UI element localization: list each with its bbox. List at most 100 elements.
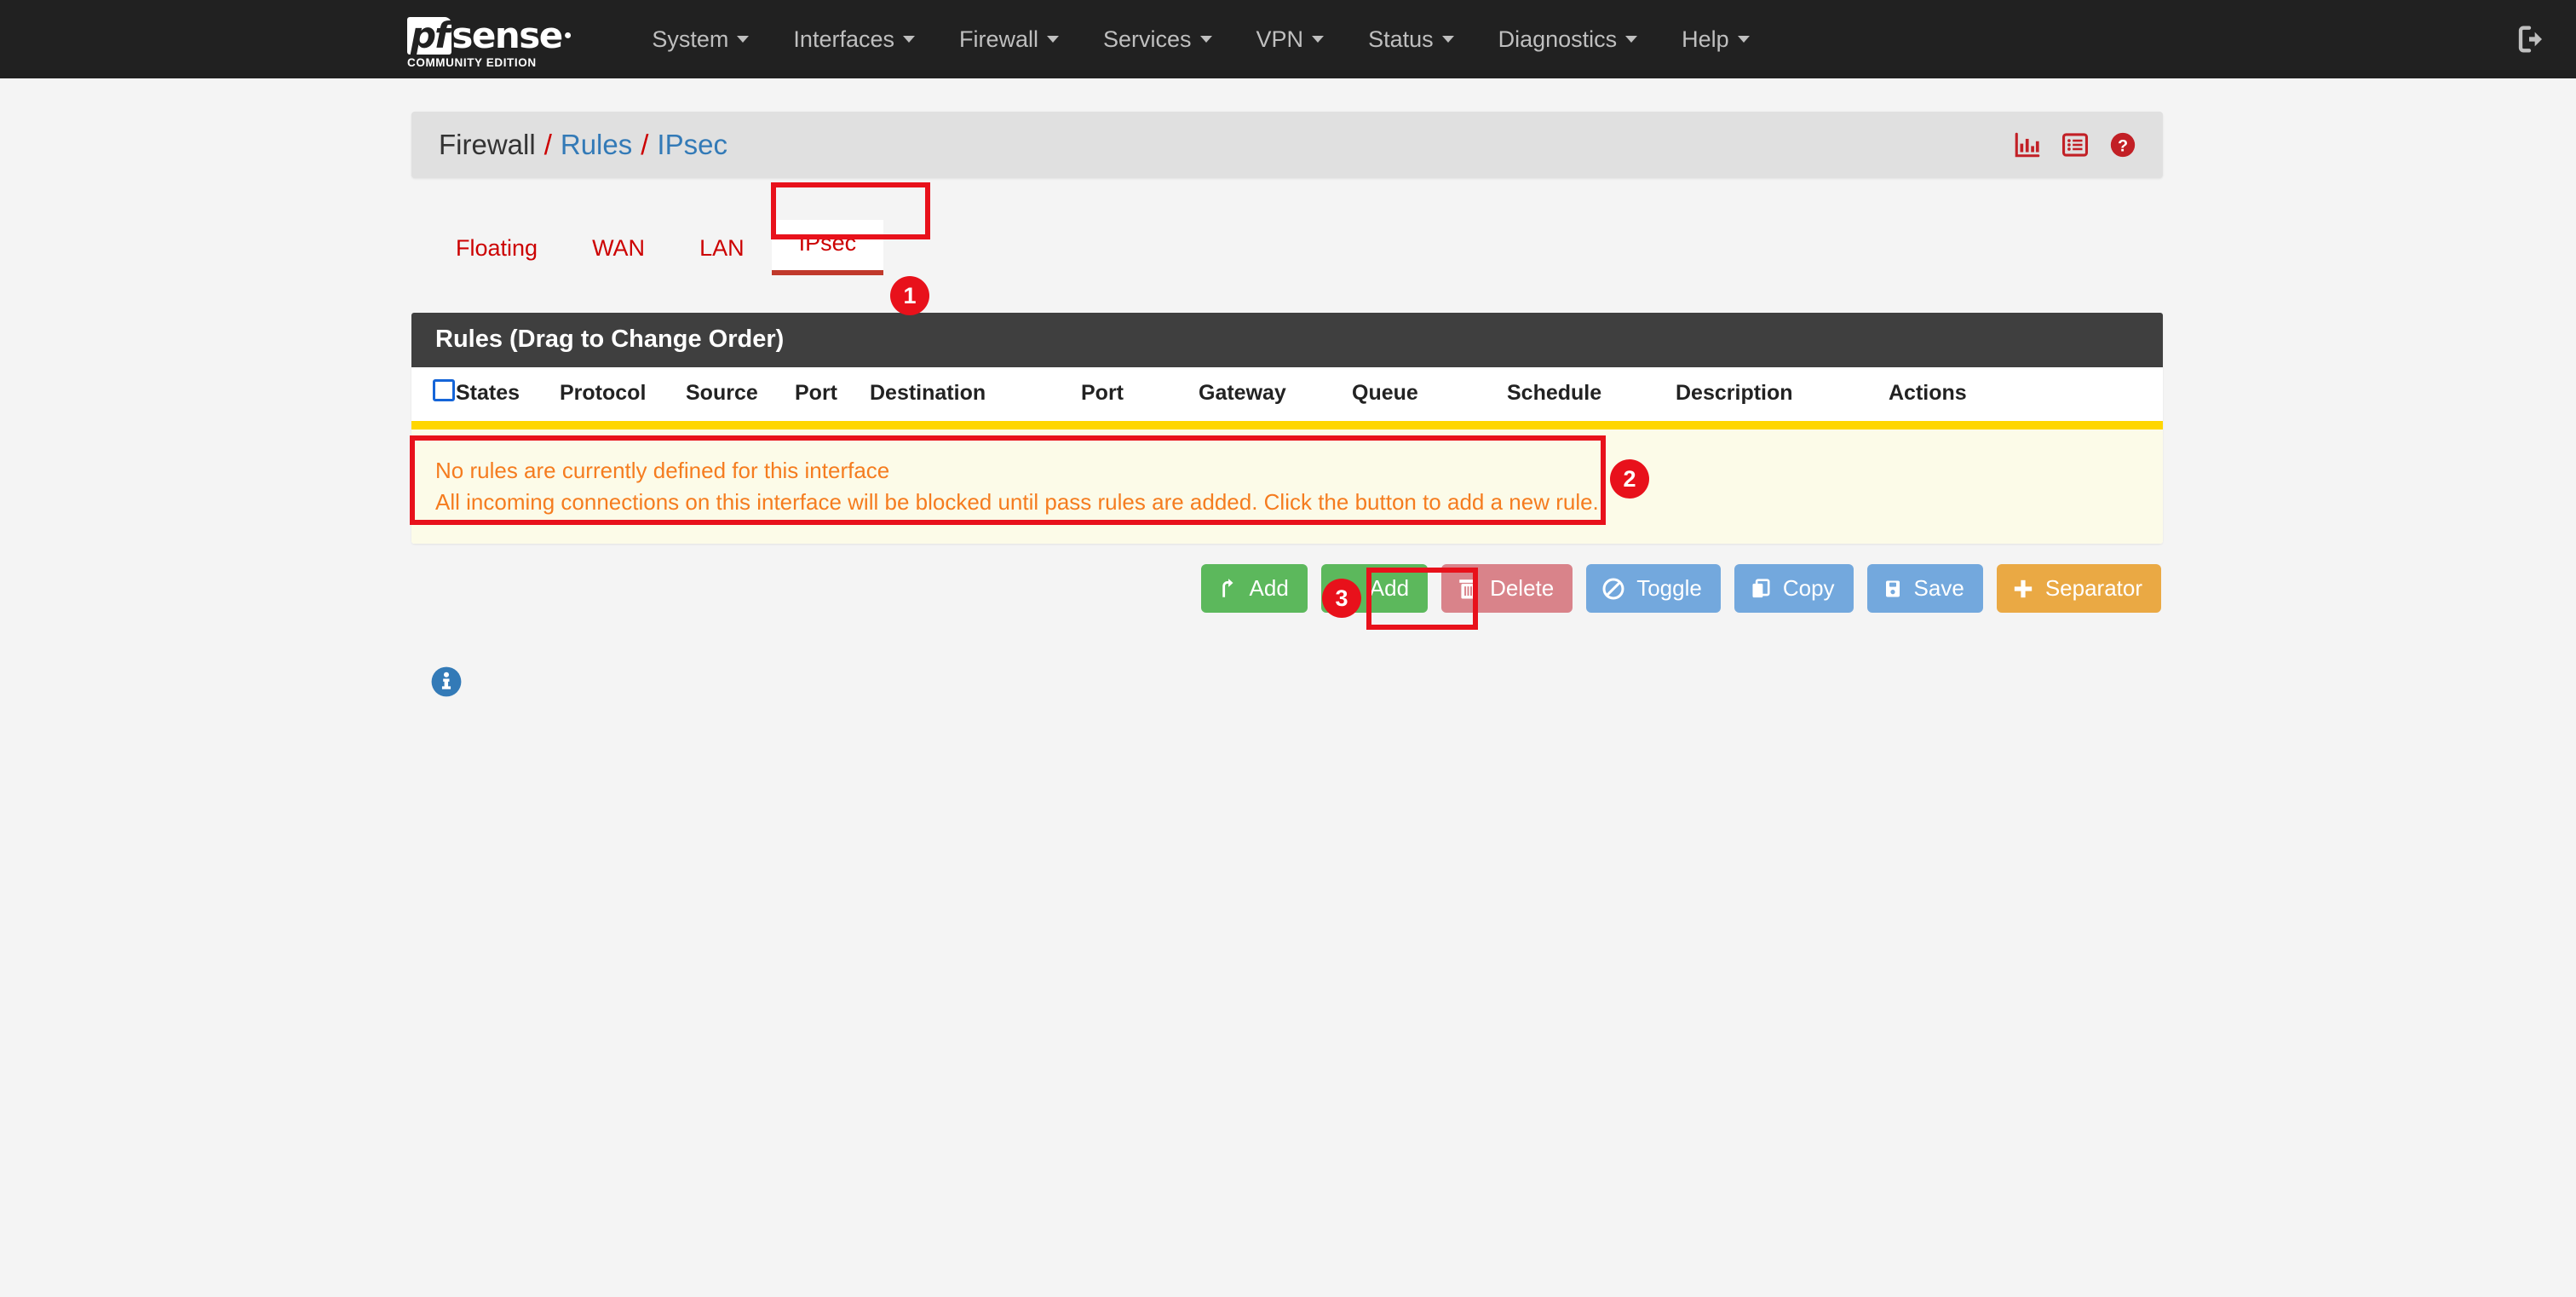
- button-label: Separator: [2045, 575, 2142, 602]
- button-label: Add: [1250, 575, 1289, 602]
- column-header-schedule: Schedule: [1507, 367, 1676, 421]
- breadcrumb-firewall: Firewall: [439, 129, 536, 161]
- sign-out-icon[interactable]: [2516, 22, 2550, 56]
- button-label: Copy: [1783, 575, 1835, 602]
- column-header-source: Source: [686, 367, 795, 421]
- no-rules-alert: No rules are currently defined for this …: [411, 429, 2163, 544]
- nav-item-system[interactable]: System: [630, 0, 771, 78]
- column-header-gateway: Gateway: [1199, 367, 1352, 421]
- column-header-destination: Destination: [870, 367, 1081, 421]
- svg-text:?: ?: [2118, 136, 2128, 155]
- help-circle-icon[interactable]: ?: [2108, 130, 2137, 159]
- chevron-down-icon: [903, 36, 915, 43]
- breadcrumb-header: Firewall / Rules / IPsec: [411, 112, 2163, 178]
- nav-label: System: [652, 26, 728, 53]
- pfsense-logo: pf sense ●: [407, 10, 572, 55]
- column-header-port-source: Port: [795, 367, 870, 421]
- nav-item-firewall[interactable]: Firewall: [937, 0, 1081, 78]
- arrow-down-icon: [1337, 576, 1359, 602]
- toggle-rule-button[interactable]: Toggle: [1586, 564, 1721, 613]
- alert-line-2: All incoming connections on this interfa…: [435, 487, 2139, 518]
- rules-table: States Protocol Source Port Destination …: [411, 367, 2163, 421]
- breadcrumb-ipsec[interactable]: IPsec: [657, 129, 727, 161]
- breadcrumb: Firewall / Rules / IPsec: [439, 129, 727, 161]
- no-rules-alert-wrap: No rules are currently defined for this …: [411, 421, 2163, 544]
- chevron-down-icon: [1312, 36, 1324, 43]
- copy-rule-button[interactable]: Copy: [1734, 564, 1854, 613]
- column-header-states: States: [456, 367, 560, 421]
- copy-icon: [1750, 577, 1772, 601]
- save-icon: [1883, 577, 1903, 601]
- button-label: Delete: [1490, 575, 1554, 602]
- nav-item-vpn[interactable]: VPN: [1234, 0, 1347, 78]
- nav-label: Services: [1103, 26, 1192, 53]
- tab-lan[interactable]: LAN: [672, 225, 772, 275]
- interface-tabs: Floating WAN LAN IPsec: [411, 222, 2163, 275]
- rules-panel: Rules (Drag to Change Order) States Prot…: [411, 313, 2163, 544]
- arrow-up-icon: [1216, 576, 1239, 602]
- breadcrumb-separator: /: [544, 129, 552, 161]
- add-rule-up-button[interactable]: Add: [1201, 564, 1308, 613]
- top-navbar: pf sense ● COMMUNITY EDITION System Inte…: [0, 0, 2576, 78]
- nav-item-services[interactable]: Services: [1081, 0, 1234, 78]
- nav-label: Diagnostics: [1498, 26, 1618, 53]
- nav-label: Interfaces: [793, 26, 894, 53]
- tab-label: WAN: [592, 235, 645, 261]
- nav-item-help[interactable]: Help: [1659, 0, 1772, 78]
- button-label: Add: [1370, 575, 1409, 602]
- bar-chart-icon[interactable]: [2013, 130, 2042, 159]
- alert-line-1: No rules are currently defined for this …: [435, 455, 2139, 487]
- plus-icon: [2012, 578, 2034, 600]
- add-rule-down-button[interactable]: Add: [1321, 564, 1428, 613]
- logo-pf-mark: pf: [407, 17, 451, 55]
- logo-registered-dot: ●: [564, 17, 572, 55]
- trash-icon: [1457, 577, 1479, 601]
- page-body: Firewall / Rules / IPsec: [0, 78, 2576, 1297]
- chevron-down-icon: [1442, 36, 1454, 43]
- rules-action-buttons: Add Add Delete: [411, 564, 2163, 613]
- info-circle-icon[interactable]: [430, 666, 463, 698]
- table-header-row: States Protocol Source Port Destination …: [411, 367, 2163, 421]
- select-all-checkbox[interactable]: [433, 379, 455, 401]
- chevron-down-icon: [737, 36, 749, 43]
- tab-ipsec[interactable]: IPsec: [772, 220, 884, 275]
- main-content: Firewall / Rules / IPsec: [411, 112, 2163, 698]
- nav-label: Firewall: [959, 26, 1038, 53]
- nav-item-interfaces[interactable]: Interfaces: [771, 0, 937, 78]
- nav-label: Help: [1682, 26, 1729, 53]
- save-rules-button[interactable]: Save: [1867, 564, 1983, 613]
- legend-info-row: [411, 666, 2163, 698]
- chevron-down-icon: [1625, 36, 1637, 43]
- column-header-port-dest: Port: [1081, 367, 1199, 421]
- breadcrumb-actions: ?: [2013, 130, 2137, 159]
- column-header-description: Description: [1676, 367, 1889, 421]
- alert-top-band: [411, 421, 2163, 429]
- chevron-down-icon: [1738, 36, 1750, 43]
- tab-label: Floating: [456, 235, 538, 261]
- breadcrumb-separator: /: [641, 129, 648, 161]
- nav-item-status[interactable]: Status: [1346, 0, 1476, 78]
- tab-floating[interactable]: Floating: [428, 225, 565, 275]
- column-header-queue: Queue: [1352, 367, 1507, 421]
- nav-label: VPN: [1256, 26, 1304, 53]
- logo-subtitle: COMMUNITY EDITION: [407, 56, 572, 69]
- delete-rule-button[interactable]: Delete: [1441, 564, 1573, 613]
- nav-label: Status: [1368, 26, 1434, 53]
- column-header-actions: Actions: [1889, 367, 2163, 421]
- logo-sense-text: sense: [451, 17, 561, 55]
- nav-item-diagnostics[interactable]: Diagnostics: [1476, 0, 1660, 78]
- column-header-protocol: Protocol: [560, 367, 686, 421]
- list-icon[interactable]: [2061, 130, 2090, 159]
- chevron-down-icon: [1047, 36, 1059, 43]
- brand-logo-block[interactable]: pf sense ● COMMUNITY EDITION: [407, 0, 572, 78]
- tab-label: LAN: [699, 235, 745, 261]
- navbar-menu: System Interfaces Firewall Services VPN …: [630, 0, 1771, 78]
- tab-label: IPsec: [799, 230, 857, 256]
- navbar-right: [2516, 22, 2550, 56]
- tab-wan[interactable]: WAN: [565, 225, 672, 275]
- rules-panel-heading: Rules (Drag to Change Order): [411, 313, 2163, 367]
- chevron-down-icon: [1200, 36, 1212, 43]
- add-separator-button[interactable]: Separator: [1997, 564, 2161, 613]
- button-label: Toggle: [1636, 575, 1702, 602]
- breadcrumb-rules[interactable]: Rules: [561, 129, 632, 161]
